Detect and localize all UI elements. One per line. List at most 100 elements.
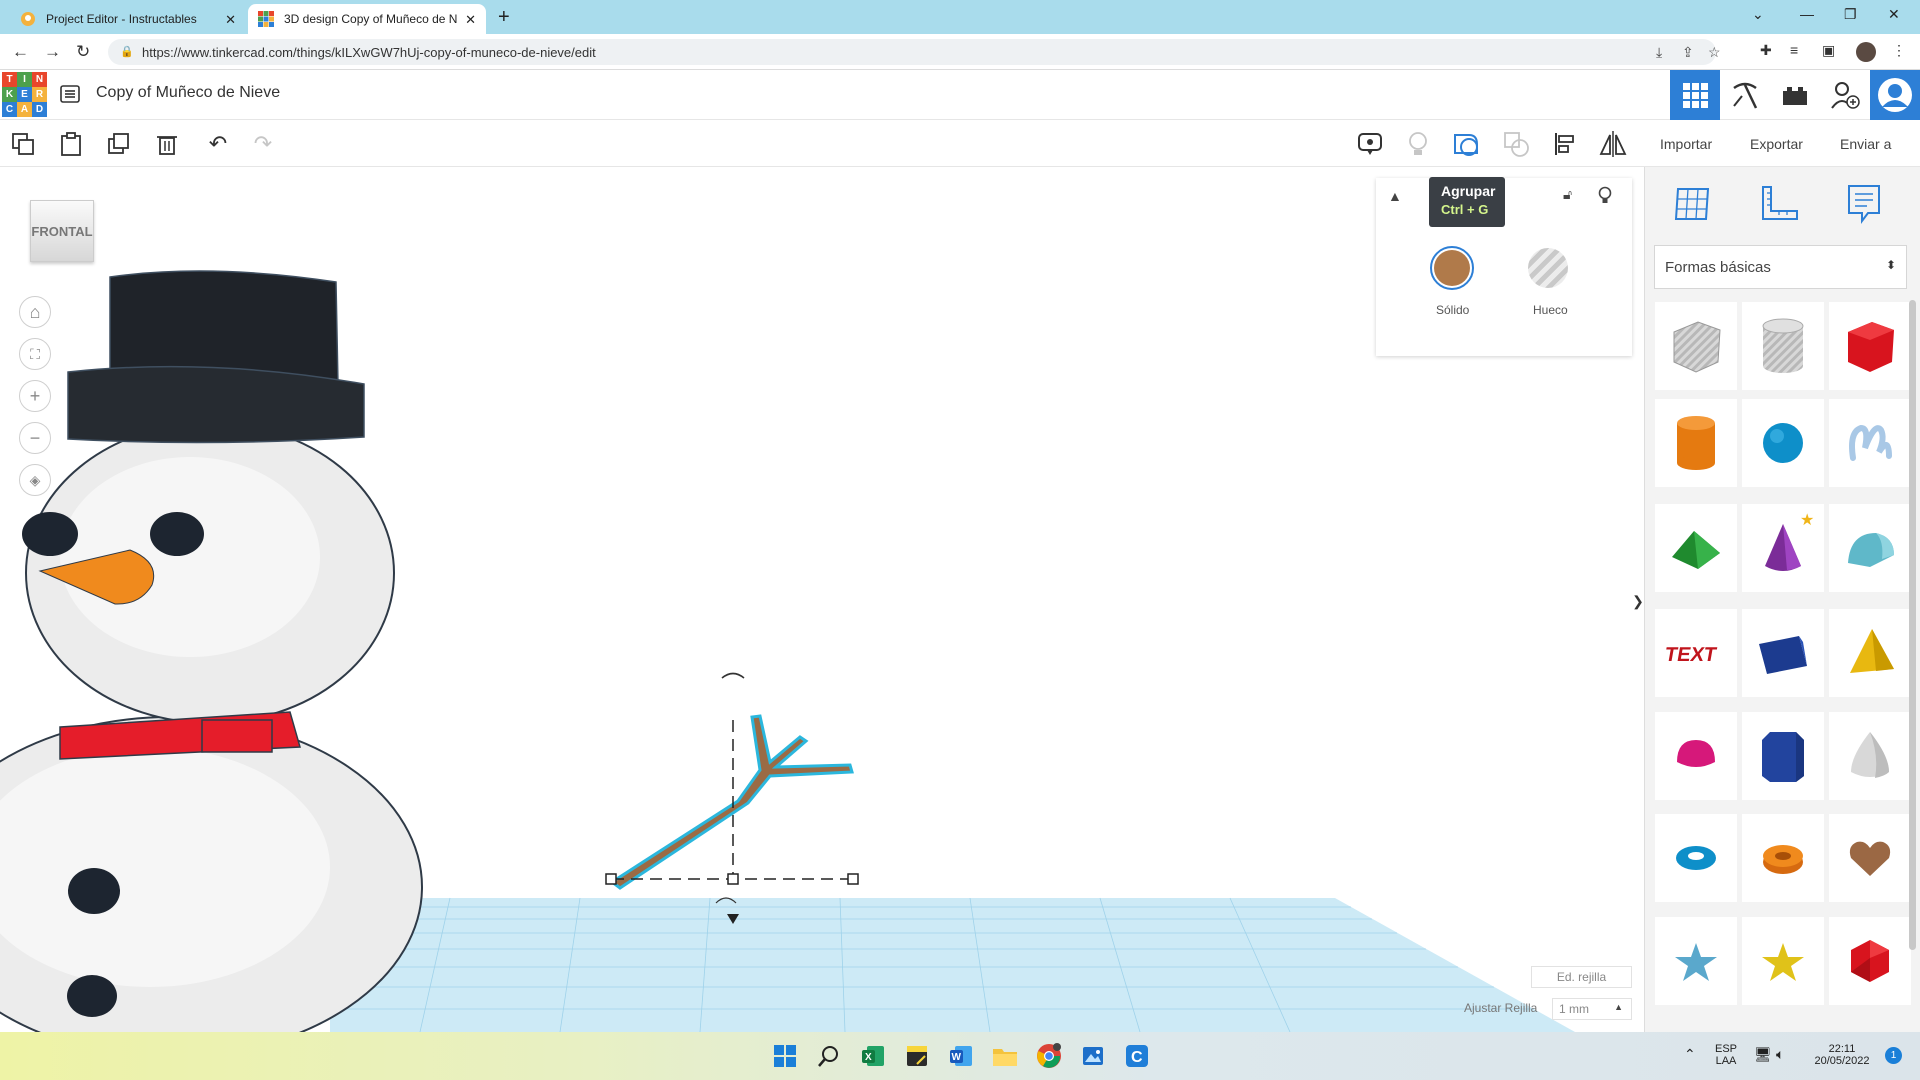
notes-tab[interactable]	[1846, 183, 1882, 230]
side-panel-icon[interactable]: ▣	[1822, 42, 1835, 59]
install-app-icon[interactable]: ⤓	[1656, 44, 1662, 61]
shape-tube[interactable]	[1742, 814, 1824, 902]
resize-handle-right[interactable]	[847, 873, 859, 885]
reload-icon[interactable]: ↻	[76, 42, 90, 62]
ruler-tab[interactable]	[1759, 183, 1799, 228]
language-indicator[interactable]: ESP LAA	[1711, 1043, 1741, 1067]
send-to-button[interactable]: Enviar a	[1830, 128, 1901, 160]
shape-box[interactable]	[1829, 302, 1911, 390]
ungroup-button[interactable]	[1501, 129, 1531, 159]
shape-torus[interactable]	[1655, 814, 1737, 902]
undo-button[interactable]: ↶	[203, 129, 233, 159]
shapes-scrollbar[interactable]	[1909, 300, 1916, 950]
shape-category-select[interactable]: Formas básicas ⬍	[1654, 245, 1907, 289]
user-avatar[interactable]	[1870, 70, 1920, 120]
bricks-button[interactable]	[1770, 70, 1820, 120]
snowman-button-1[interactable]	[68, 868, 120, 914]
search-icon[interactable]	[815, 1042, 843, 1070]
group-button[interactable]	[1451, 129, 1481, 159]
duplicate-button[interactable]	[104, 129, 134, 159]
3d-view-button[interactable]	[1670, 70, 1720, 120]
design-list-icon[interactable]	[60, 84, 80, 104]
close-tab-icon[interactable]: ✕	[225, 12, 236, 28]
collapse-inspector-icon[interactable]: ▲	[1388, 188, 1402, 204]
reading-list-icon[interactable]: ≡	[1790, 42, 1798, 58]
import-button[interactable]: Importar	[1650, 128, 1722, 160]
view-cube[interactable]: FRONTAL	[30, 200, 94, 262]
redo-button[interactable]: ↷	[248, 129, 278, 159]
home-view-icon[interactable]: ⌂	[19, 296, 51, 328]
design-title[interactable]: Copy of Muñeco de Nieve	[96, 84, 280, 102]
notification-badge[interactable]: 1	[1885, 1047, 1902, 1064]
extensions-icon[interactable]: ✚	[1760, 42, 1772, 59]
align-button[interactable]	[1551, 129, 1581, 159]
back-icon[interactable]: ←	[12, 42, 29, 62]
forward-icon[interactable]: →	[44, 42, 61, 62]
export-button[interactable]: Exportar	[1740, 128, 1813, 160]
shape-cone[interactable]: ★	[1742, 504, 1824, 592]
new-tab-button[interactable]: +	[498, 6, 510, 29]
shape-star[interactable]	[1655, 917, 1737, 1005]
tab-search-chevron-icon[interactable]: ⌄	[1752, 6, 1764, 23]
shape-box-hole[interactable]	[1655, 302, 1737, 390]
clock[interactable]: 22:11 20/05/2022	[1806, 1043, 1878, 1067]
hole-swatch[interactable]	[1528, 248, 1568, 288]
shape-pyramid[interactable]	[1829, 609, 1911, 697]
shape-wedge[interactable]	[1742, 609, 1824, 697]
mirror-button[interactable]	[1598, 129, 1628, 159]
windows-start-icon[interactable]	[771, 1042, 799, 1070]
chrome-icon[interactable]	[1035, 1042, 1063, 1070]
notes-button[interactable]	[1355, 129, 1385, 159]
tray-chevron-icon[interactable]: ⌃	[1684, 1046, 1696, 1063]
snowman-right-eye[interactable]	[150, 512, 204, 556]
snowman-button-2[interactable]	[67, 975, 117, 1017]
minimize-icon[interactable]: —	[1800, 6, 1814, 22]
delete-button[interactable]	[152, 129, 182, 159]
snowman-top-hat[interactable]	[67, 270, 365, 444]
perspective-icon[interactable]: ◈	[19, 464, 51, 496]
excel-icon[interactable]: X	[859, 1042, 887, 1070]
hide-shape-icon[interactable]	[1598, 186, 1612, 209]
copy-button[interactable]	[8, 129, 38, 159]
shape-cylinder[interactable]	[1655, 399, 1737, 487]
solid-color-swatch[interactable]	[1430, 246, 1474, 290]
shape-text[interactable]: TEXT	[1655, 609, 1737, 697]
c-app-icon[interactable]: C	[1123, 1042, 1151, 1070]
sticky-notes-icon[interactable]	[903, 1042, 931, 1070]
snowman-left-eye[interactable]	[22, 512, 78, 556]
shape-scribble[interactable]	[1829, 399, 1911, 487]
word-icon[interactable]: W	[947, 1042, 975, 1070]
shape-star-gold[interactable]	[1742, 917, 1824, 1005]
chrome-menu-icon[interactable]: ⋮	[1892, 42, 1906, 59]
show-all-button[interactable]	[1403, 129, 1433, 159]
url-text[interactable]: https://www.tinkercad.com/things/kILXwGW…	[142, 45, 596, 60]
shape-cylinder-hole[interactable]	[1742, 302, 1824, 390]
zoom-in-icon[interactable]: +	[19, 380, 51, 412]
photos-icon[interactable]	[1079, 1042, 1107, 1070]
resize-handle-left[interactable]	[605, 873, 617, 885]
shape-sphere[interactable]	[1742, 399, 1824, 487]
edit-grid-button[interactable]: Ed. rejilla	[1531, 966, 1632, 988]
profile-avatar[interactable]	[1856, 42, 1876, 62]
snowman-scarf[interactable]	[59, 711, 301, 760]
zoom-out-icon[interactable]: −	[19, 422, 51, 454]
rotate-handle-icon[interactable]	[721, 672, 745, 679]
close-tab-icon[interactable]: ✕	[465, 12, 476, 28]
snowman-lower-ball[interactable]	[0, 716, 423, 1032]
tinkercad-logo[interactable]: T I N K E R C A D	[2, 72, 47, 117]
shape-roof[interactable]	[1655, 504, 1737, 592]
snap-grid-select[interactable]: 1 mm ▲	[1552, 998, 1632, 1020]
blocks-pickaxe-button[interactable]	[1720, 70, 1770, 120]
branch-arm[interactable]	[609, 714, 854, 890]
add-collaborator-button[interactable]	[1820, 70, 1870, 120]
favorite-star-icon[interactable]: ★	[1800, 510, 1814, 530]
volume-icon[interactable]: 🔈︎	[1776, 1046, 1784, 1063]
bookmark-star-icon[interactable]: ☆	[1708, 44, 1721, 61]
shape-heart[interactable]	[1829, 814, 1911, 902]
shape-polygon[interactable]	[1742, 712, 1824, 800]
workplane-grid-tab[interactable]	[1672, 183, 1712, 228]
shape-icosahedron[interactable]	[1829, 917, 1911, 1005]
workplane-grid[interactable]	[330, 897, 1575, 1032]
lock-shape-icon[interactable]: 🔓︎	[1563, 186, 1572, 203]
browser-tab-instructables[interactable]: Project Editor - Instructables ✕	[10, 4, 246, 34]
